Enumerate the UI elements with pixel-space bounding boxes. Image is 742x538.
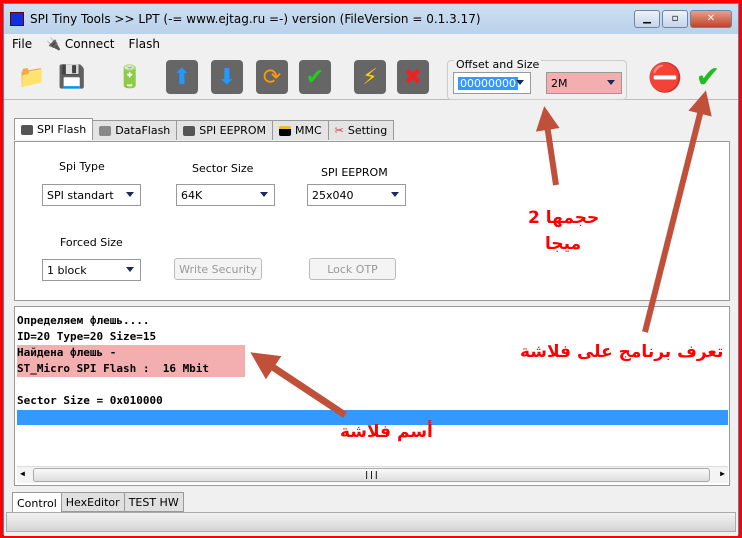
- tab-dataflash[interactable]: DataFlash: [92, 120, 178, 140]
- offset-size-label: Offset and Size: [454, 58, 542, 71]
- verify-cycle-icon[interactable]: ⟳: [256, 60, 288, 94]
- maximize-button[interactable]: ▫: [662, 10, 688, 28]
- status-bar: [6, 512, 736, 532]
- tab-spi-eeprom[interactable]: SPI EEPROM: [176, 120, 273, 140]
- read-up-icon[interactable]: ⬆: [166, 60, 198, 94]
- scroll-left-icon: ◀: [20, 469, 25, 478]
- close-button[interactable]: ✕: [690, 10, 732, 28]
- log-line: ID=20 Type=20 Size=15: [17, 330, 157, 343]
- lock-otp-button[interactable]: Lock OTP: [309, 258, 396, 280]
- annotation-detect: تعرف برنامج على فلاشة: [520, 342, 724, 362]
- tab-spi-flash[interactable]: SPI Flash: [14, 118, 94, 140]
- tab-setting[interactable]: ✂ Setting: [327, 120, 395, 140]
- log-line-flash-name: ST_Micro SPI Flash : 16 Mbit: [17, 361, 245, 377]
- menu-bar: File 🔌 Connect Flash: [4, 34, 738, 54]
- scroll-right-icon: ▶: [720, 469, 725, 478]
- main-area: SPI Flash DataFlash SPI EEPROM MMC ✂ Sett…: [4, 100, 738, 536]
- forced-size-label: Forced Size: [60, 236, 123, 249]
- horizontal-scrollbar[interactable]: ◀ ||| ▶: [17, 466, 728, 483]
- spi-type-label: Spi Type: [59, 160, 105, 173]
- menu-file[interactable]: File: [12, 37, 32, 51]
- green-check-icon[interactable]: ✔: [692, 60, 724, 95]
- battery-plug-icon[interactable]: 🔋: [114, 60, 146, 94]
- scroll-thumb[interactable]: |||: [33, 468, 710, 482]
- title-bar: SPI Tiny Tools >> LPT (-= www.ejtag.ru =…: [4, 4, 738, 34]
- annotation-flash-name: أسم فلاشة: [340, 422, 433, 442]
- tab-control[interactable]: Control: [12, 492, 62, 514]
- log-line: Определяем флешь....: [17, 314, 150, 327]
- log-line: Sector Size = 0x010000: [17, 394, 163, 407]
- log-line: Найдена флешь -: [17, 345, 245, 361]
- offset-size-group: Offset and Size 00000000 2M: [447, 58, 627, 100]
- bottom-tabs: Control HexEditor TEST HW: [12, 492, 184, 514]
- tab-mmc[interactable]: MMC: [271, 120, 329, 140]
- check-icon[interactable]: ✔: [299, 60, 331, 94]
- sector-size-combo[interactable]: 64K: [176, 184, 275, 206]
- write-down-icon[interactable]: ⬇: [211, 60, 243, 94]
- spi-type-combo[interactable]: SPI standart: [42, 184, 141, 206]
- erase-x-icon[interactable]: ✖: [397, 60, 429, 94]
- spi-eeprom-combo[interactable]: 25x040: [307, 184, 406, 206]
- annotation-size-mega: ميجا: [545, 234, 582, 254]
- offset-combo[interactable]: 00000000: [453, 72, 531, 94]
- stop-icon[interactable]: ⛔: [648, 60, 683, 94]
- open-folder-icon[interactable]: 📁: [16, 60, 48, 94]
- toolbar: 📁 💾 🔋 ⬆ ⬇ ⟳ ✔ ⚡ ✖ Offset and Size 000000…: [4, 54, 738, 100]
- menu-flash[interactable]: Flash: [129, 37, 160, 51]
- app-icon: [10, 12, 24, 26]
- size-combo[interactable]: 2M: [546, 72, 622, 94]
- annotation-size: حجمها 2: [528, 208, 600, 228]
- spi-flash-panel: Spi Type SPI standart Sector Size 64K SP…: [14, 141, 730, 301]
- sector-size-label: Sector Size: [192, 162, 254, 175]
- tab-test-hw[interactable]: TEST HW: [123, 492, 184, 512]
- tab-hexeditor[interactable]: HexEditor: [60, 492, 125, 512]
- flash-bolt-icon[interactable]: ⚡: [354, 60, 386, 94]
- device-tabs: SPI Flash DataFlash SPI EEPROM MMC ✂ Sett…: [14, 118, 395, 140]
- log-output[interactable]: Определяем флешь.... ID=20 Type=20 Size=…: [14, 306, 730, 486]
- plug-icon: 🔌: [46, 37, 62, 51]
- window-title: SPI Tiny Tools >> LPT (-= www.ejtag.ru =…: [30, 12, 481, 26]
- minimize-button[interactable]: ▁: [634, 10, 660, 28]
- spi-eeprom-label: SPI EEPROM: [321, 166, 388, 179]
- forced-size-combo[interactable]: 1 block: [42, 259, 141, 281]
- save-icon[interactable]: 💾: [56, 60, 88, 94]
- write-security-button[interactable]: Write Security: [174, 258, 262, 280]
- app-window: SPI Tiny Tools >> LPT (-= www.ejtag.ru =…: [3, 3, 739, 536]
- menu-connect[interactable]: 🔌 Connect: [46, 37, 114, 51]
